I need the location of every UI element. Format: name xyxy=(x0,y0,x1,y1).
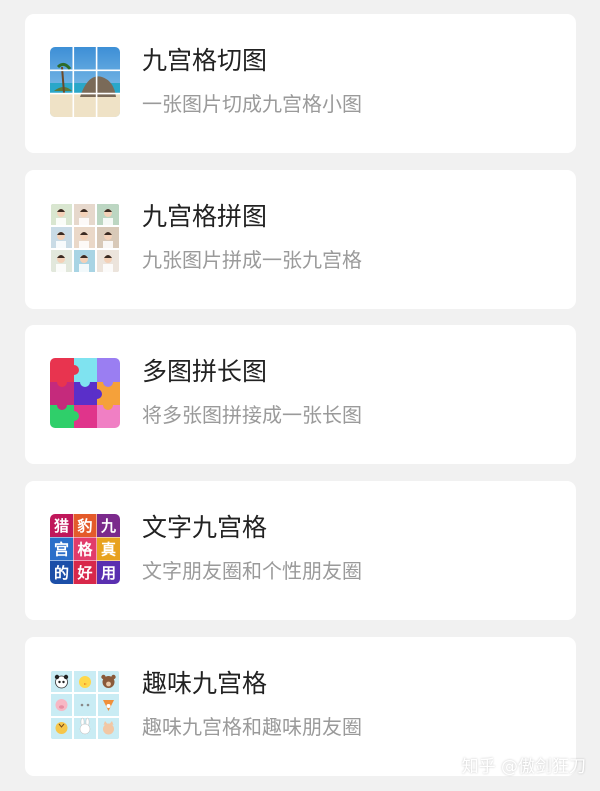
card-title: 文字九宫格 xyxy=(142,513,268,542)
grid-char: 豹 xyxy=(76,517,92,535)
beach-photo-grid-icon xyxy=(50,47,120,117)
card-title: 九宫格拼图 xyxy=(142,202,268,231)
grid-char: 宫 xyxy=(54,541,69,559)
card-title: 九宫格切图 xyxy=(142,46,268,75)
card-title: 趣味九宫格 xyxy=(142,669,268,698)
card-subtitle: 九张图片拼成一张九宫格 xyxy=(142,248,362,272)
card-subtitle: 趣味九宫格和趣味朋友圈 xyxy=(142,715,362,739)
menu-card-grid-collage[interactable]: 九宫格拼图 九张图片拼成一张九宫格 xyxy=(25,170,576,309)
animal-stickers-grid-icon xyxy=(50,670,120,740)
menu-card-long-image[interactable]: 多图拼长图 将多张图拼接成一张长图 xyxy=(25,325,576,464)
card-subtitle: 文字朋友圈和个性朋友圈 xyxy=(142,559,362,583)
colorful-puzzle-icon xyxy=(50,358,120,428)
text-grid-icon: 猎 豹 九 宫 格 真 的 好 用 xyxy=(50,514,120,584)
grid-char: 的 xyxy=(54,564,69,582)
portrait-collage-grid-icon xyxy=(50,203,120,273)
card-subtitle: 将多张图拼接成一张长图 xyxy=(142,403,362,427)
card-subtitle: 一张图片切成九宫格小图 xyxy=(142,92,362,116)
grid-char: 猎 xyxy=(54,517,69,535)
card-title: 多图拼长图 xyxy=(142,357,268,386)
menu-card-text-grid[interactable]: 猎 豹 九 宫 格 真 的 好 用 文字九宫格 文字朋友圈和个性朋友圈 xyxy=(25,481,576,620)
grid-char: 好 xyxy=(76,564,92,582)
grid-char: 格 xyxy=(77,541,93,559)
grid-char: 用 xyxy=(101,564,116,582)
grid-char: 真 xyxy=(101,541,116,559)
watermark: 知乎 @傲剑狂刀 xyxy=(461,757,586,777)
grid-char: 九 xyxy=(100,517,116,535)
menu-card-grid-cut[interactable]: 九宫格切图 一张图片切成九宫格小图 xyxy=(25,14,576,153)
